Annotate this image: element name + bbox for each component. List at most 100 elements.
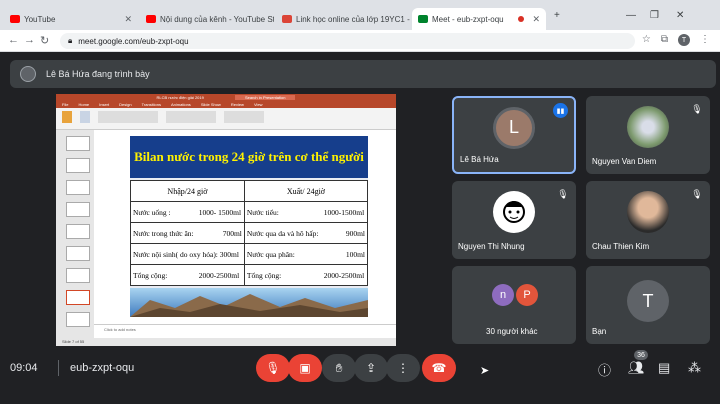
ppt-title-bar: RLCB nước điện giải 2019 Search in Prese… (56, 94, 396, 102)
table-cell: 900ml (321, 222, 368, 244)
font-controls[interactable] (98, 111, 158, 123)
url-field[interactable]: 🔒︎ meet.google.com/eub-zxpt-oqu (60, 33, 635, 49)
ppt-menu-item[interactable]: Design (119, 102, 131, 108)
participant-count-badge: 36 (634, 350, 648, 360)
bookmark-star-icon[interactable]: ☆ (642, 34, 651, 46)
avatar (627, 106, 669, 149)
avatar-drawing (503, 201, 525, 224)
reload-icon[interactable]: ↻ (40, 34, 49, 47)
activities-icon[interactable]: ⁂ (688, 360, 701, 376)
hand-icon: ✋︎ (335, 360, 343, 375)
raise-hand-button[interactable]: ✋︎ (322, 354, 356, 382)
close-tab-icon[interactable]: ✕ (124, 14, 132, 25)
lock-icon: 🔒︎ (68, 36, 73, 45)
leave-call-button[interactable]: ☎︎ (422, 354, 456, 382)
avatar: P (516, 284, 538, 306)
menu-icon[interactable]: ⋮ (700, 34, 710, 46)
presenter-label: Lê Bá Hứa đang trình bày (46, 69, 150, 79)
others-count-label: 30 người khác (486, 327, 538, 336)
youtube-icon (10, 15, 20, 23)
table-header: Xuất/ 24giờ (243, 180, 369, 202)
avatar: L (493, 106, 535, 149)
chat-icon[interactable]: ▤ (658, 360, 670, 376)
tab-label: Link học online của lớp 19YC1 - (296, 14, 410, 24)
participant-tile[interactable]: 🎙︎ Nguyen Van Diem (586, 96, 710, 174)
profile-avatar[interactable]: T (678, 34, 690, 46)
new-tab-icon[interactable]: + (554, 10, 560, 21)
maximize-icon[interactable]: ❐ (650, 10, 659, 21)
self-tile[interactable]: T Bạn (586, 266, 710, 344)
ppt-search[interactable]: Search in Presentation (234, 95, 296, 100)
shape-controls[interactable] (224, 111, 264, 123)
paste-icon[interactable] (62, 111, 72, 123)
table-header: Nhập/24 giờ (130, 180, 245, 202)
table-cell: Nước nội sinh( do oxy hóa): 300ml (130, 243, 245, 265)
ppt-menu-item[interactable]: Animations (171, 102, 191, 108)
ppt-window-title: RLCB nước điện giải 2019 (156, 95, 204, 100)
participant-tile[interactable]: 🎙︎ Chau Thien Kim (586, 181, 710, 259)
more-options-button[interactable]: ⋮ (386, 354, 420, 382)
avatar (493, 191, 535, 234)
url-text: meet.google.com/eub-zxpt-oqu (78, 36, 189, 46)
bilan-table: Nhập/24 giờ Xuất/ 24giờ Nước uống : 1000… (129, 180, 369, 286)
extensions-icon[interactable]: ⧉ (661, 34, 668, 46)
present-button[interactable]: ⇪ (354, 354, 388, 382)
notes-pane[interactable]: Click to add notes (94, 324, 396, 336)
tab-label: YouTube (24, 14, 56, 24)
table-cell: Nước uống : (129, 201, 197, 223)
close-window-icon[interactable]: ✕ (676, 10, 684, 21)
slide-thumbnail[interactable] (66, 246, 90, 261)
avatar: n (492, 284, 514, 306)
table-row: Nước trong thức ăn: 700ml Nước qua da và… (129, 222, 368, 244)
browser-tab-strip: YouTube ✕ Nội dung của kênh - YouTube St… (0, 0, 720, 30)
tab-gmail[interactable]: Link học online của lớp 19YC1 - ✕ (276, 8, 410, 30)
mountain-image (130, 288, 368, 317)
slide-thumbnail[interactable] (66, 202, 90, 217)
slide-thumbnail-selected[interactable] (66, 290, 90, 305)
participant-tile[interactable]: 🎙︎ Nguyen Thi Nhung (452, 181, 576, 259)
table-cell: Tổng cộng: (243, 264, 322, 286)
ppt-menu-item[interactable]: Home (78, 102, 89, 108)
minimize-icon[interactable]: — (626, 10, 636, 21)
slide-thumbnail[interactable] (66, 158, 90, 173)
mountain-graphic (130, 294, 368, 317)
meet-icon (418, 15, 428, 23)
slide-title: Bilan nước trong 24 giờ trên cơ thể ngườ… (130, 136, 368, 178)
camera-off-button[interactable]: ▣ (288, 354, 322, 382)
meeting-info-icon[interactable]: ⓘ (598, 360, 611, 379)
slide-thumbnail[interactable] (66, 224, 90, 239)
others-tile[interactable]: n P 30 người khác (452, 266, 576, 344)
back-icon[interactable]: ← (8, 34, 19, 46)
tab-meet[interactable]: Meet - eub-zxpt-oqu ✕ (412, 8, 546, 30)
forward-icon[interactable]: → (24, 34, 35, 46)
slide-thumbnail[interactable] (66, 312, 90, 327)
tab-youtube[interactable]: YouTube ✕ (4, 8, 138, 30)
table-cell: 100ml (321, 243, 368, 265)
ppt-menu-item[interactable]: Slide Show (201, 102, 221, 108)
present-screen-icon: ⇪ (365, 361, 377, 375)
participant-name: Lê Bá Hứa (460, 155, 499, 164)
tab-label: Meet - eub-zxpt-oqu (432, 14, 504, 24)
participant-tile[interactable]: L ▮▮ Lê Bá Hứa (452, 96, 576, 174)
ppt-menu-item[interactable]: Transitions (142, 102, 161, 108)
table-row: Nước uống : 1000- 1500ml Nước tiểu: 1000… (129, 201, 368, 223)
slide-thumbnail[interactable] (66, 180, 90, 195)
people-icon[interactable]: 👥︎ (628, 360, 645, 376)
slide-thumbnail[interactable] (66, 136, 90, 151)
avatar (627, 191, 669, 234)
table-row: Tổng cộng: 2000-2500ml Tổng cộng: 2000-2… (129, 264, 368, 286)
paragraph-controls[interactable] (166, 111, 216, 123)
gmail-icon (282, 15, 292, 23)
ppt-menu-item[interactable]: Insert (99, 102, 109, 108)
muted-mic-icon: 🎙︎ (557, 188, 569, 199)
ppt-menu-item[interactable]: File (62, 102, 68, 108)
tab-youtube-studio[interactable]: Nội dung của kênh - YouTube St ✕ (140, 8, 274, 30)
ppt-menu-item[interactable]: View (254, 102, 263, 108)
table-cell: Nước qua phân: (243, 243, 322, 265)
participant-name: Nguyen Van Diem (592, 157, 657, 166)
slide-thumbnail[interactable] (66, 268, 90, 283)
ppt-menu-item[interactable]: Review (231, 102, 244, 108)
mic-off-button[interactable]: 🎙︎ (256, 354, 290, 382)
close-tab-icon[interactable]: ✕ (532, 14, 540, 25)
new-slide-icon[interactable] (80, 111, 90, 123)
